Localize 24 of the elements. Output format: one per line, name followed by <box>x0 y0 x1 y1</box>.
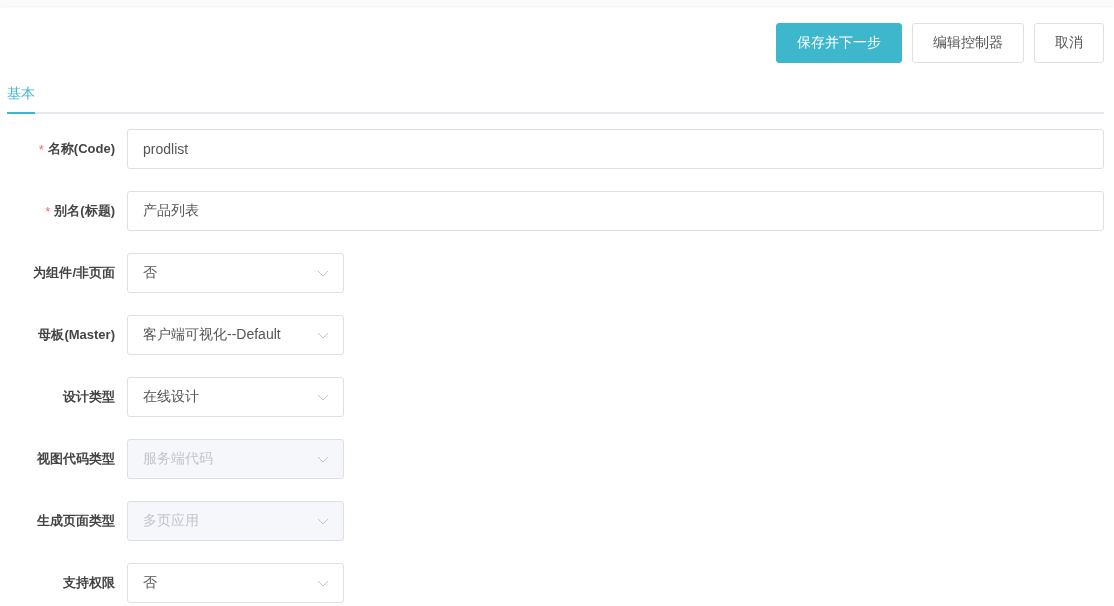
field-label: 别名(标题) <box>54 202 115 220</box>
field-label: 支持权限 <box>63 574 115 592</box>
field-label: 母板(Master) <box>38 326 115 344</box>
chevron-down-icon <box>317 393 329 401</box>
input-field[interactable]: 产品列表 <box>127 191 1104 231</box>
field-label: 名称(Code) <box>47 140 115 158</box>
chevron-down-icon <box>317 269 329 277</box>
input-field[interactable]: prodlist <box>127 129 1104 169</box>
field-label: 设计类型 <box>63 388 115 406</box>
chevron-down-icon <box>317 455 329 463</box>
select-field[interactable]: 否 <box>127 253 344 293</box>
action-button[interactable]: 取消 <box>1034 23 1104 63</box>
field-label: 视图代码类型 <box>37 450 115 468</box>
chevron-down-icon <box>317 331 329 339</box>
field-label: 生成页面类型 <box>37 512 115 530</box>
action-button[interactable]: 编辑控制器 <box>912 23 1024 63</box>
chevron-down-icon <box>317 517 329 525</box>
field-label: 为组件/非页面 <box>33 264 115 282</box>
required-mark: * <box>38 141 44 157</box>
chevron-down-icon <box>317 579 329 587</box>
select-field[interactable]: 客户端可视化--Default <box>127 315 344 355</box>
select-field[interactable]: 否 <box>127 563 344 603</box>
select-field[interactable]: 在线设计 <box>127 377 344 417</box>
required-mark: * <box>45 203 51 219</box>
